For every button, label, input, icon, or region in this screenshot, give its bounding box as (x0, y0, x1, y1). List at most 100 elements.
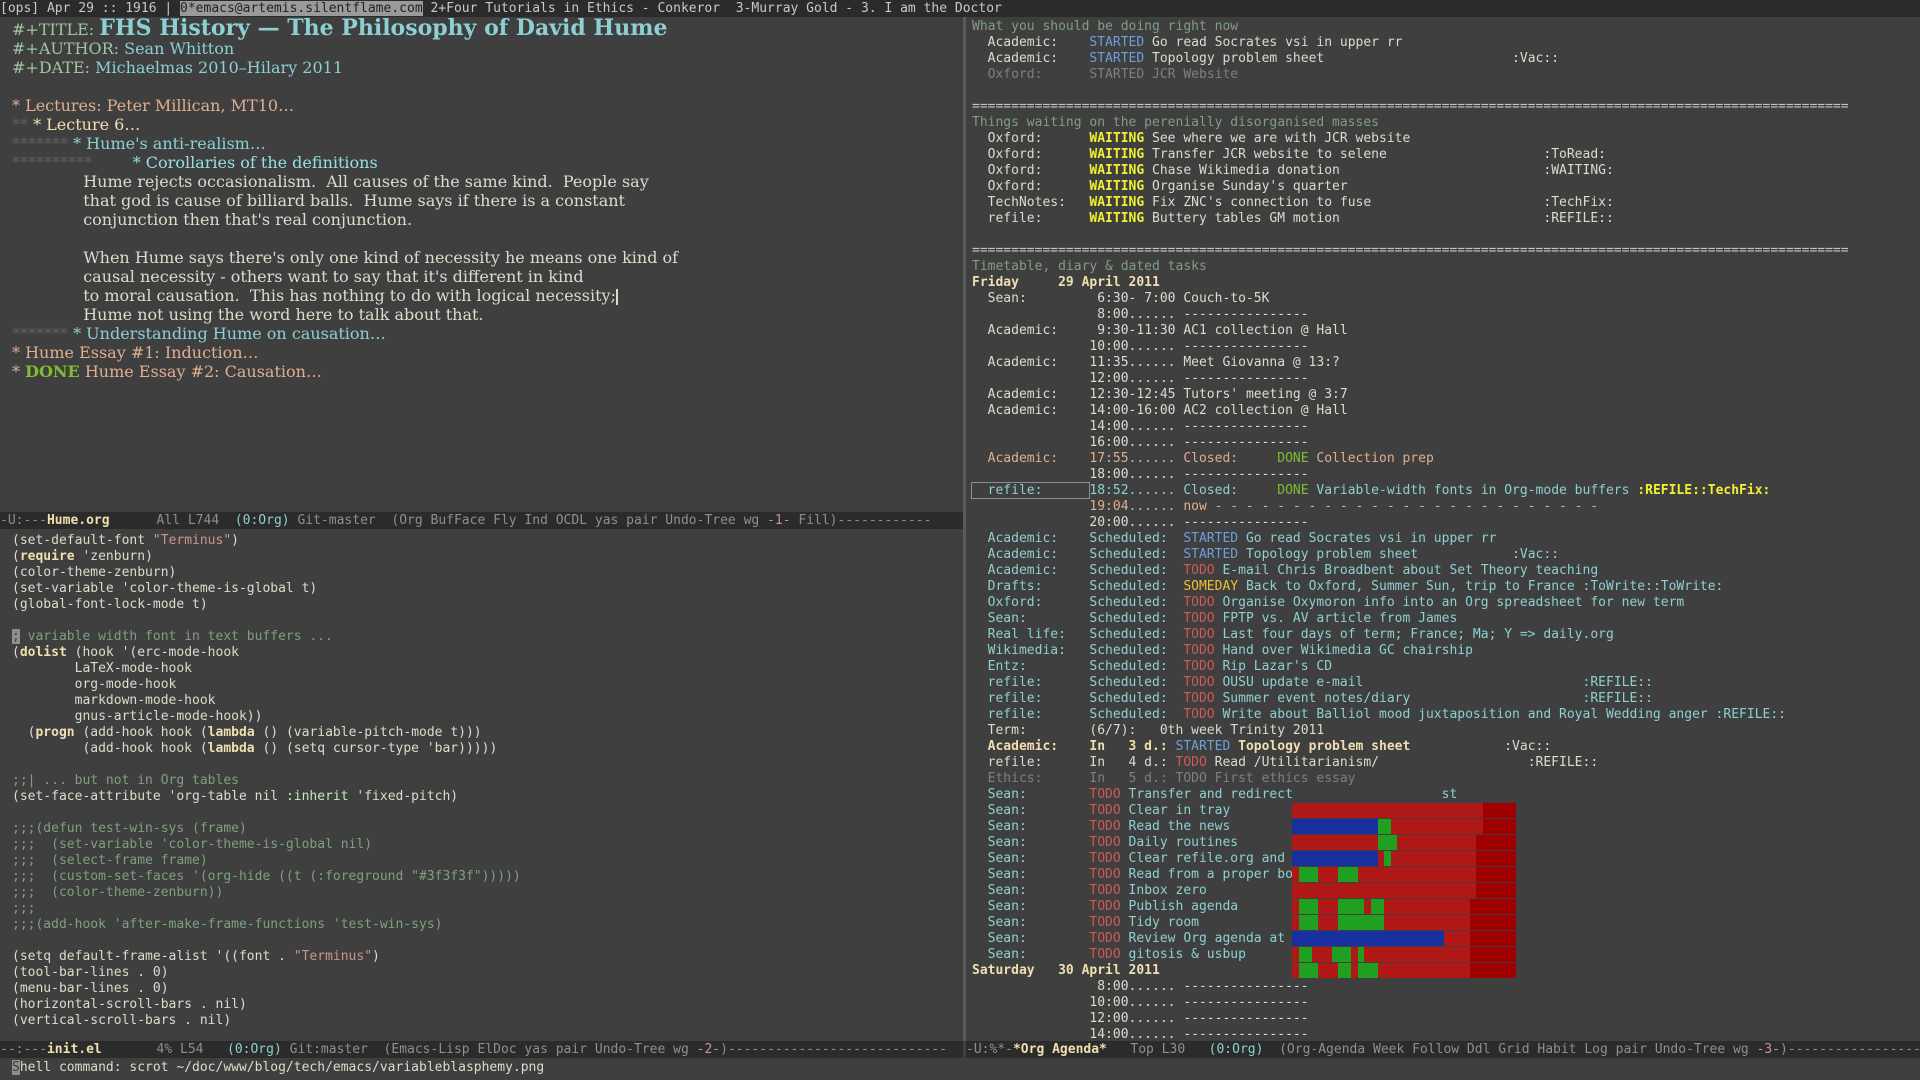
agenda-deadline-item[interactable]: refile: In 4 d.: TODO Read /Utilitariani… (972, 755, 1920, 771)
agenda-scheduled-item[interactable]: refile: Scheduled: TODO OUSU update e-ma… (972, 675, 1920, 691)
wm-tab-music[interactable]: 3-Murray Gold - 3. I am the Doctor (736, 1, 1002, 16)
time-grid-line[interactable]: Sean: 6:30- 7:00 Couch-to-5K (972, 291, 1920, 307)
code-line[interactable]: (menu-bar-lines . 0) (12, 981, 963, 997)
time-grid-line[interactable]: 12:00...... ---------------- (972, 371, 1920, 387)
time-grid-line[interactable]: 8:00...... ---------------- (972, 307, 1920, 323)
time-grid-line[interactable]: 8:00...... ---------------- (972, 979, 1920, 995)
heading-essay2[interactable]: Hume Essay #2: Causation… (80, 362, 322, 381)
blank-line[interactable] (972, 227, 1920, 243)
agenda-item[interactable]: Oxford: WAITING Organise Sunday's quarte… (972, 179, 1920, 195)
time-grid-line[interactable]: 10:00...... ---------------- (972, 995, 1920, 1011)
time-grid-line[interactable]: 14:00...... ---------------- (972, 419, 1920, 435)
elisp-buffer[interactable]: (set-default-font "Terminus") (require 'z… (0, 529, 963, 1029)
agenda-deadline-item[interactable]: Academic: In 3 d.: STARTED Topology prob… (972, 739, 1920, 755)
ml-modes[interactable]: Git-master (Org BufFace Fly Ind OCDL yas… (290, 513, 767, 528)
code-line[interactable]: (vertical-scroll-bars . nil) (12, 1013, 963, 1029)
mode-line-hume[interactable]: -U:---Hume.org All L744 (0:Org) Git-mast… (0, 512, 963, 529)
time-grid-line[interactable]: Academic: 11:35...... Meet Giovanna @ 13… (972, 355, 1920, 371)
code-line[interactable]: (color-theme-zenburn) (12, 565, 963, 581)
agenda-scheduled-item[interactable]: Drafts: Scheduled: SOMEDAY Back to Oxfor… (972, 579, 1920, 595)
code-line[interactable]: org-mode-hook (12, 677, 963, 693)
code-line[interactable]: ;;; (color-theme-zenburn)) (12, 885, 963, 901)
code-line[interactable]: (set-default-font "Terminus") (12, 533, 963, 549)
agenda-item[interactable]: Oxford: WAITING Transfer JCR website to … (972, 147, 1920, 163)
wm-tab-emacs[interactable]: 0*emacs@artemis.silentflame.com (180, 1, 423, 16)
time-grid-line[interactable]: 16:00...... ---------------- (972, 435, 1920, 451)
agenda-item[interactable]: refile: WAITING Buttery tables GM motion… (972, 211, 1920, 227)
agenda-term[interactable]: Term: (6/7): 0th week Trinity 2011 (972, 723, 1920, 739)
time-grid-line[interactable]: 14:00...... ---------------- (972, 1027, 1920, 1041)
code-line[interactable]: (require 'zenburn) (12, 549, 963, 565)
agenda-item[interactable]: Oxford: WAITING Chase Wikimedia donation… (972, 163, 1920, 179)
ml-buffer-name[interactable]: Hume.org (47, 513, 110, 528)
heading-essay1[interactable]: * Hume Essay #1: Induction… (12, 343, 259, 362)
mode-line-init[interactable]: --:---init.el 4% L54 (0:Org) Git:master … (0, 1041, 963, 1058)
heading-lectures[interactable]: * Lectures: Peter Millican, MT10… (12, 96, 294, 115)
agenda-deadline-item[interactable]: Ethics: In 5 d.: TODO First ethics essay (972, 771, 1920, 787)
now-line[interactable]: 19:04...... now - - - - - - - - - - - - … (972, 499, 1920, 515)
time-grid-line[interactable]: 10:00...... ---------------- (972, 339, 1920, 355)
time-grid-line[interactable]: 20:00...... ---------------- (972, 515, 1920, 531)
heading-corollaries[interactable]: * Corollaries of the definitions (133, 153, 378, 172)
minibuffer[interactable]: Shell command: scrot ~/doc/www/blog/tech… (0, 1058, 1920, 1080)
time-grid-line[interactable]: 12:00...... ---------------- (972, 1011, 1920, 1027)
code-line[interactable] (12, 805, 963, 821)
agenda-scheduled-item[interactable]: Real life: Scheduled: TODO Last four day… (972, 627, 1920, 643)
hume-org-window[interactable]: #+TITLE: FHS History — The Philosophy of… (0, 17, 963, 512)
wm-tab-conkeror[interactable]: 2+Four Tutorials in Ethics - Conkeror (430, 1, 720, 16)
agenda-day[interactable]: Friday 29 April 2011 (972, 275, 1920, 291)
section-rule[interactable]: ========================================… (972, 243, 1920, 259)
org-buffer[interactable]: #+TITLE: FHS History — The Philosophy of… (0, 17, 963, 381)
agenda-header[interactable]: What you should be doing right now (972, 19, 1920, 35)
code-line[interactable]: LaTeX-mode-hook (12, 661, 963, 677)
heading-lecture6[interactable]: * Lecture 6… (33, 115, 140, 134)
code-line[interactable]: (progn (add-hook hook (lambda () (variab… (12, 725, 963, 741)
agenda-item[interactable]: Oxford: STARTED JCR Website (972, 67, 1920, 83)
mode-line-agenda[interactable]: -U:%*-*Org Agenda* Top L30 (0:Org) (Org-… (966, 1041, 1920, 1058)
ml-buffer-name[interactable]: init.el (47, 1042, 102, 1057)
agenda-scheduled-item[interactable]: Entz: Scheduled: TODO Rip Lazar's CD (972, 659, 1920, 675)
code-line[interactable]: (setq default-frame-alist '((font . "Ter… (12, 949, 963, 965)
code-line[interactable]: (set-variable 'color-theme-is-global t) (12, 581, 963, 597)
agenda-closed-item[interactable]: Academic: 17:55...... Closed: DONE Colle… (972, 451, 1920, 467)
agenda-scheduled-item[interactable]: Academic: Scheduled: TODO E-mail Chris B… (972, 563, 1920, 579)
agenda-scheduled-item[interactable]: refile: Scheduled: TODO Write about Ball… (972, 707, 1920, 723)
org-agenda-window[interactable]: What you should be doing right now Acade… (966, 17, 1920, 1041)
code-line[interactable] (12, 613, 963, 629)
section-rule[interactable]: ========================================… (972, 99, 1920, 115)
code-line[interactable]: (tool-bar-lines . 0) (12, 965, 963, 981)
agenda-scheduled-item[interactable]: Sean: Scheduled: TODO FPTP vs. AV articl… (972, 611, 1920, 627)
code-line[interactable]: (global-font-lock-mode t) (12, 597, 963, 613)
blank-line[interactable] (972, 83, 1920, 99)
code-line[interactable]: ; variable width font in text buffers ..… (12, 629, 963, 645)
agenda-item[interactable]: Oxford: WAITING See where we are with JC… (972, 131, 1920, 147)
code-line[interactable]: ;;;(add-hook 'after-make-frame-functions… (12, 917, 963, 933)
ml-modes[interactable]: (Org-Agenda Week Follow Ddl Grid Habit L… (1263, 1042, 1756, 1057)
code-line[interactable]: ;;; (custom-set-faces '(org-hide ((t (:f… (12, 869, 963, 885)
agenda-item[interactable]: TechNotes: WAITING Fix ZNC's connection … (972, 195, 1920, 211)
code-line[interactable] (12, 757, 963, 773)
ml-buffer-name[interactable]: *Org Agenda* (1013, 1042, 1107, 1057)
code-line[interactable]: (add-hook hook (lambda () (setq cursor-t… (12, 741, 963, 757)
agenda-item[interactable]: Academic: STARTED Topology problem sheet… (972, 51, 1920, 67)
code-line[interactable]: ;;;(defun test-win-sys (frame) (12, 821, 963, 837)
heading-understanding[interactable]: * Understanding Hume on causation… (73, 324, 386, 343)
agenda-scheduled-item[interactable]: Academic: Scheduled: STARTED Go read Soc… (972, 531, 1920, 547)
ml-modes[interactable]: Git:master (Emacs-Lisp ElDoc yas pair Un… (282, 1042, 697, 1057)
code-line[interactable]: (dolist (hook '(erc-mode-hook (12, 645, 963, 661)
code-line[interactable]: markdown-mode-hook (12, 693, 963, 709)
agenda-header[interactable]: Things waiting on the perenially disorga… (972, 115, 1920, 131)
code-line[interactable]: ;;; (set-variable 'color-theme-is-global… (12, 837, 963, 853)
habit-item[interactable]: Sean: TODO Transfer and redirect st (972, 787, 1920, 803)
agenda-header[interactable]: Timetable, diary & dated tasks (972, 259, 1920, 275)
code-line[interactable]: gnus-article-mode-hook)) (12, 709, 963, 725)
code-line[interactable]: ;;; (12, 901, 963, 917)
time-grid-line[interactable]: Academic: 12:30-12:45 Tutors' meeting @ … (972, 387, 1920, 403)
heading-anti-realism[interactable]: * Hume's anti-realism… (73, 134, 266, 153)
code-line[interactable]: (horizontal-scroll-bars . nil) (12, 997, 963, 1013)
time-grid-line[interactable]: 18:00...... ---------------- (972, 467, 1920, 483)
init-el-window[interactable]: (set-default-font "Terminus") (require 'z… (0, 529, 963, 1041)
code-line[interactable] (12, 933, 963, 949)
time-grid-line[interactable]: Academic: 14:00-16:00 AC2 collection @ H… (972, 403, 1920, 419)
agenda-scheduled-item[interactable]: Oxford: Scheduled: TODO Organise Oxymoro… (972, 595, 1920, 611)
